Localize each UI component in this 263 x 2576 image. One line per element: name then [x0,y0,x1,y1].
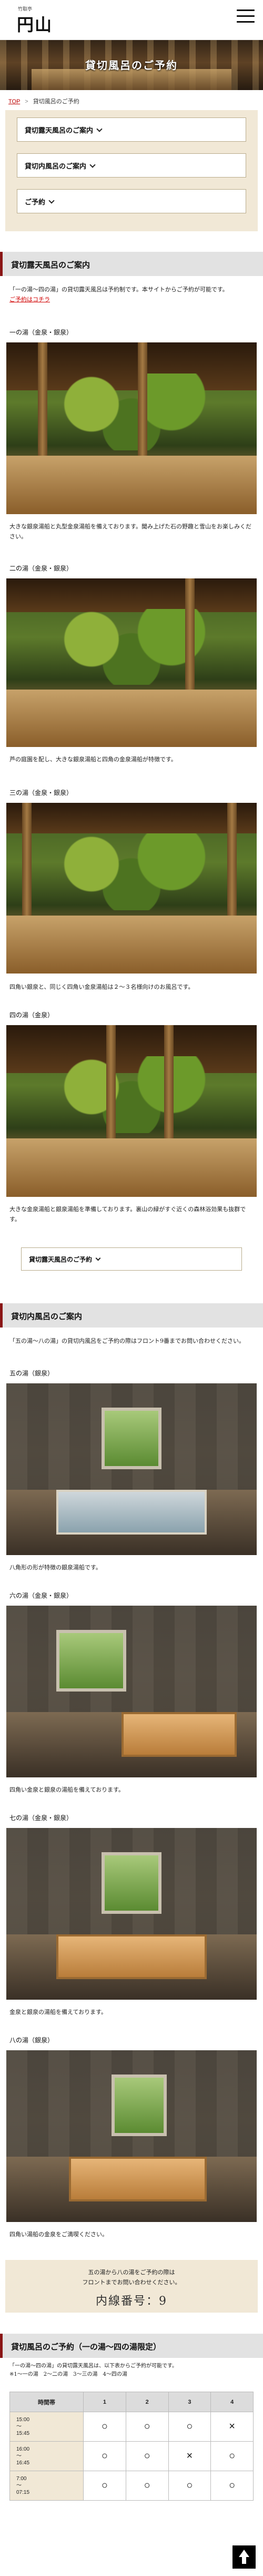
anchor-indoor-button[interactable]: 貸切内風呂のご案内 [17,153,246,178]
bath-desc: 四角い銀泉と、同じく四角い金泉湯船は２～３名様向けのお風呂です。 [9,984,194,990]
extension-number: 内線番号：9 [96,2295,167,2308]
time-cell: 16:00 ～ 16:45 [9,2441,84,2471]
bath-photo [6,578,257,747]
table-header: 4 [210,2392,254,2412]
section-heading-outdoor: 貸切露天風呂のご案内 [0,252,263,276]
anchor-menu: 貸切露天風呂のご案内 貸切内風呂のご案内 ご予約 [5,110,258,231]
bath-desc: 大きな銀泉湯船と丸型金泉湯船を備えております。聞み上げた石の野趣と雪山をお楽しみ… [9,523,252,540]
table-header: 1 [83,2392,126,2412]
slot-cell: × [168,2441,211,2471]
indoor-info-box: 五の湯から八の湯をご予約の際は フロントまでお問い合わせください。 内線番号：9 [5,2260,258,2313]
time-cell: 15:00 ～ 15:45 [9,2412,84,2442]
outdoor-intro: 「一の湯～四の湯」の貸切露天風呂は予約制です。本サイトからご予約が可能です。 ご… [9,286,228,303]
bath-title: 一の湯（金泉・銀泉） [9,329,73,336]
slot-cell[interactable]: ○ [83,2412,126,2442]
back-to-top-button[interactable] [232,2545,256,2569]
bath-title: 八の湯（銀泉） [9,2037,54,2044]
site-header: 竹取亭 円山 [0,0,263,40]
breadcrumb: TOP > 貸切風呂のご予約 [0,90,263,110]
chevron-down-icon [96,126,103,132]
reservation-intro: 「一の湯～四の湯」の貸切露天風呂は、以下表からご予約が可能です。 ※1～一の湯 … [9,2363,177,2377]
breadcrumb-separator: > [25,99,28,105]
chevron-down-icon [89,162,96,168]
menu-icon[interactable] [237,9,255,24]
outdoor-reserve-button[interactable]: 貸切露天風呂のご予約 [21,1247,242,1271]
bath-desc: 四角い金泉と銀泉の湯船を備えております。 [9,1786,125,1793]
bath-title: 四の湯（金泉） [9,1011,54,1019]
bath-photo [6,342,257,514]
slot-cell[interactable]: ○ [210,2441,254,2471]
slot-cell[interactable]: ○ [125,2471,169,2501]
slot-cell[interactable]: ○ [168,2412,211,2442]
slot-cell[interactable]: ○ [168,2471,211,2501]
slot-cell[interactable]: ○ [125,2412,169,2442]
indoor-intro: 「五の湯～八の湯」の貸切内風呂をご予約の際はフロント9番までお問い合わせください… [9,1338,245,1344]
table-row: 7:00 ～ 07:15 ○ ○ ○ ○ [9,2471,254,2501]
anchor-reserve-button[interactable]: ご予約 [17,189,246,213]
slot-cell[interactable]: ○ [125,2441,169,2471]
chevron-down-icon [95,1255,101,1261]
bath-photo [6,1025,257,1197]
info-line: フロントまでお問い合わせください。 [82,2279,181,2286]
reserve-link[interactable]: ご予約はコチラ [9,296,50,303]
slot-cell: × [210,2412,254,2442]
chevron-down-icon [48,198,55,204]
table-header: 2 [125,2392,169,2412]
bath-title: 七の湯（金泉・銀泉） [9,1814,73,1822]
table-header: 時間帯 [9,2392,84,2412]
bath-desc: 八角形の形が特徴の銀泉湯船です。 [9,1564,102,1571]
breadcrumb-current: 貸切風呂のご予約 [33,99,79,105]
bath-photo [6,1383,257,1555]
bath-photo [6,1606,257,1777]
anchor-outdoor-button[interactable]: 貸切露天風呂のご案内 [17,117,246,142]
bath-title: 三の湯（金泉・銀泉） [9,789,73,797]
info-line: 五の湯から八の湯をご予約の際は [88,2269,175,2276]
hero-banner: 貸切風呂のご予約 [0,40,263,90]
breadcrumb-home[interactable]: TOP [8,99,20,105]
bath-desc: 金泉と銀泉の湯船を備えております。 [9,2009,107,2015]
bath-title: 五の湯（銀泉） [9,1370,54,1377]
section-heading-reservation: 貸切風呂のご予約（一の湯～四の湯限定） [0,2334,263,2358]
arrow-up-icon [239,2550,249,2557]
bath-desc: 大きな金泉湯船と銀泉湯船を準備しております。裏山の緑がすぐ近くの森林浴効果も抜群… [9,1206,246,1223]
reservation-legend: ※1～一の湯 2～二の湯 3～三の湯 4～四の湯 [9,2372,127,2377]
slot-cell[interactable]: ○ [83,2471,126,2501]
table-header: 3 [168,2392,211,2412]
table-row: 15:00 ～ 15:45 ○ ○ ○ × [9,2412,254,2442]
logo[interactable]: 竹取亭 円山 [6,4,61,36]
bath-desc: 芦の庭園を配し、大きな銀泉湯船と四角の金泉湯船が特徴です。 [9,756,177,763]
logo-main: 円山 [17,15,53,35]
table-row: 16:00 ～ 16:45 ○ ○ × ○ [9,2441,254,2471]
bath-title: 二の湯（金泉・銀泉） [9,565,73,572]
slot-cell[interactable]: ○ [83,2441,126,2471]
bath-photo [6,2050,257,2222]
time-cell: 7:00 ～ 07:15 [9,2471,84,2501]
bath-desc: 四角い湯船の金泉をご満喫ください。 [9,2231,108,2238]
bath-title: 六の湯（金泉・銀泉） [9,1592,73,1599]
page-title: 貸切風呂のご予約 [85,59,178,72]
section-heading-indoor: 貸切内風呂のご案内 [0,1303,263,1328]
bath-photo [6,1828,257,2000]
reservation-table: 時間帯 1 2 3 4 15:00 ～ 15:45 ○ ○ ○ × 16:00 … [9,2392,254,2501]
slot-cell[interactable]: ○ [210,2471,254,2501]
bath-photo [6,803,257,974]
